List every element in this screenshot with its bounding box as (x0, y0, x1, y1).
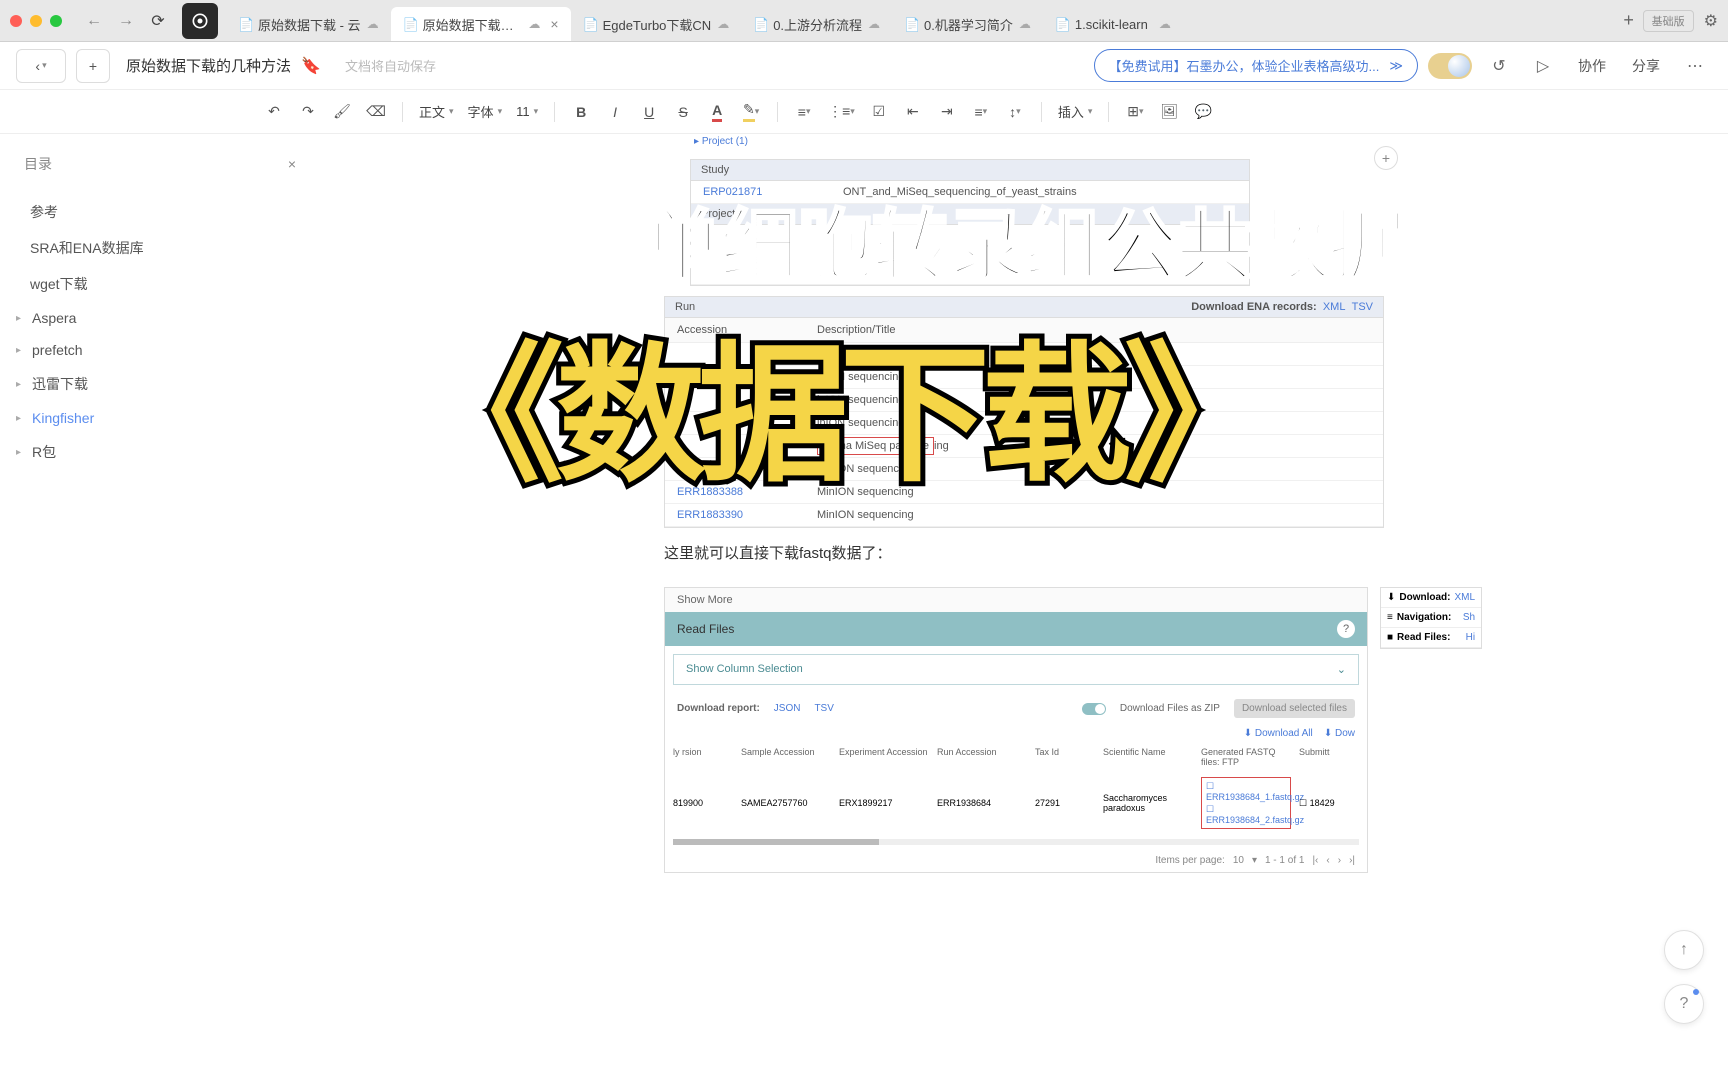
browser-tab[interactable]: 📄原始数据下载 - 云☁ (226, 7, 391, 41)
help-icon[interactable]: ? (1337, 620, 1355, 638)
document-content[interactable]: + 单细胞转录组公共数据 《数据下载》 ▸ Project (1) Study … (320, 134, 1728, 1080)
browser-tab[interactable]: 📄0.上游分析流程☁ (741, 7, 892, 41)
insert-menu[interactable]: 插入▾ (1054, 102, 1097, 121)
side-panel-row[interactable]: ■Read Files:Hi (1381, 628, 1481, 648)
minimize-window[interactable] (30, 15, 42, 27)
new-tab-button[interactable]: + (1615, 7, 1643, 35)
unordered-list[interactable]: ⋮≡▾ (824, 98, 859, 126)
indent-decrease[interactable]: ⇤ (899, 98, 927, 126)
overlay-title-1: 单细胞转录组公共数据 (644, 184, 1404, 296)
table-pager[interactable]: Items per page: 10▾ 1 - 1 of 1 |‹‹››| (665, 849, 1367, 872)
indent-increase[interactable]: ⇥ (933, 98, 961, 126)
column-selection[interactable]: Show Column Selection⌄ (673, 654, 1359, 685)
text-color[interactable]: A (703, 98, 731, 126)
help-button[interactable]: ? (1664, 984, 1704, 1024)
outline-item[interactable]: 参考 (24, 194, 296, 230)
strike-button[interactable]: S (669, 98, 697, 126)
back-button[interactable]: ‹ ▾ (16, 49, 66, 83)
app-icon[interactable] (182, 3, 218, 39)
gear-icon[interactable]: ⚙ (1704, 11, 1718, 31)
italic-button[interactable]: I (601, 98, 629, 126)
main-area: 目录 × 参考SRA和ENA数据库wget下载Asperaprefetch迅雷下… (0, 134, 1728, 1080)
comment-icon[interactable]: 💬 (1189, 98, 1217, 126)
paragraph-style[interactable]: 正文▾ (415, 102, 458, 121)
browser-tab[interactable]: 📄EgdeTurbo下载CN☁ (571, 7, 742, 41)
close-tab-icon[interactable]: × (550, 16, 558, 32)
files-table: ly rsionSample AccessionExperiment Acces… (665, 743, 1367, 835)
share-button[interactable]: 分享 (1624, 56, 1668, 76)
document-header: ‹ ▾ + 原始数据下载的几种方法 🔖 文档将自动保存 【免费试用】石墨办公，体… (0, 42, 1728, 90)
overlay-title-2: 《数据下载》 (414, 294, 1266, 511)
scroll-top-button[interactable]: ↑ (1664, 930, 1704, 970)
image-icon[interactable]: 🖼 (1155, 98, 1183, 126)
undo-button[interactable]: ↶ (260, 98, 288, 126)
history-icon[interactable]: ↺ (1482, 49, 1516, 83)
format-painter[interactable]: 🖌 (328, 98, 356, 126)
ordered-list[interactable]: ≡▾ (790, 98, 818, 126)
nav-back[interactable]: ← (80, 7, 108, 35)
download-selected-button[interactable]: Download selected files (1234, 699, 1355, 718)
browser-tab[interactable]: 📄原始数据下载的几☁× (391, 7, 571, 41)
side-panel-row[interactable]: ≡Navigation:Sh (1381, 608, 1481, 628)
app-grid-icon[interactable]: ⊞▾ (1121, 98, 1149, 126)
outline-item[interactable]: wget下载 (24, 266, 296, 302)
outline-item[interactable]: 迅雷下载 (24, 366, 296, 402)
outline-title: 目录 (24, 154, 52, 174)
ena-download-panel: Show More Read Files? Show Column Select… (664, 587, 1384, 873)
font-size[interactable]: 11▾ (512, 104, 542, 119)
maximize-window[interactable] (50, 15, 62, 27)
close-window[interactable] (10, 15, 22, 27)
formatting-toolbar: ↶ ↷ 🖌 ⌫ 正文▾ 字体▾ 11▾ B I U S A ✎▾ ≡▾ ⋮≡▾ … (0, 90, 1728, 134)
font-family[interactable]: 字体▾ (464, 102, 507, 121)
nav-forward[interactable]: → (112, 7, 140, 35)
highlight-color[interactable]: ✎▾ (737, 98, 765, 126)
close-outline-icon[interactable]: × (288, 156, 296, 172)
body-paragraph[interactable]: 这里就可以直接下载fastq数据了： (664, 540, 1384, 567)
outline-item[interactable]: Aspera (24, 302, 296, 334)
outline-item[interactable]: Kingfisher (24, 402, 296, 434)
plan-badge[interactable]: 基础版 (1643, 10, 1694, 32)
download-all-link[interactable]: ⬇ Download All (1244, 728, 1313, 739)
fastq-files[interactable]: ☐ ERR1938684_1.fastq.gz ☐ ERR1938684_2.f… (1201, 777, 1291, 829)
document-title[interactable]: 原始数据下载的几种方法 (126, 55, 291, 76)
bold-button[interactable]: B (567, 98, 595, 126)
checklist[interactable]: ☑ (865, 98, 893, 126)
new-doc-button[interactable]: + (76, 49, 110, 83)
outline-item[interactable]: prefetch (24, 334, 296, 366)
outline-item[interactable]: R包 (24, 434, 296, 470)
browser-tab[interactable]: 📄1.scikit-learn☁ (1043, 7, 1183, 41)
traffic-lights (10, 15, 62, 27)
redo-button[interactable]: ↷ (294, 98, 322, 126)
more-icon[interactable]: ⋯ (1678, 49, 1712, 83)
clear-format[interactable]: ⌫ (362, 98, 390, 126)
browser-chrome: ← → ⟳ 📄原始数据下载 - 云☁📄原始数据下载的几☁×📄EgdeTurbo下… (0, 0, 1728, 42)
show-more-link[interactable]: Show More (665, 588, 1367, 612)
promo-banner[interactable]: 【免费试用】石墨办公，体验企业表格高级功...≫ (1094, 49, 1418, 82)
zip-toggle[interactable] (1082, 703, 1106, 715)
outline-sidebar: 目录 × 参考SRA和ENA数据库wget下载Asperaprefetch迅雷下… (0, 134, 320, 1080)
autosave-label: 文档将自动保存 (345, 56, 436, 75)
align[interactable]: ≡▾ (967, 98, 995, 126)
tab-strip: 📄原始数据下载 - 云☁📄原始数据下载的几☁×📄EgdeTurbo下载CN☁📄0… (226, 0, 1615, 41)
browser-tab[interactable]: 📄0.机器学习简介☁ (892, 7, 1043, 41)
collab-button[interactable]: 协作 (1570, 56, 1614, 76)
insert-block-button[interactable]: + (1374, 146, 1398, 170)
line-height[interactable]: ↕▾ (1001, 98, 1029, 126)
read-files-header: Read Files? (665, 612, 1367, 646)
theme-toggle[interactable] (1428, 53, 1472, 79)
side-panel-row[interactable]: ⬇Download:XML (1381, 588, 1481, 608)
ena-side-panel: ⬇Download:XML≡Navigation:Sh■Read Files:H… (1380, 587, 1482, 649)
nav-reload[interactable]: ⟳ (144, 7, 172, 35)
outline-item[interactable]: SRA和ENA数据库 (24, 230, 296, 266)
bookmark-icon[interactable]: 🔖 (301, 56, 321, 76)
underline-button[interactable]: U (635, 98, 663, 126)
present-icon[interactable]: ▷ (1526, 49, 1560, 83)
